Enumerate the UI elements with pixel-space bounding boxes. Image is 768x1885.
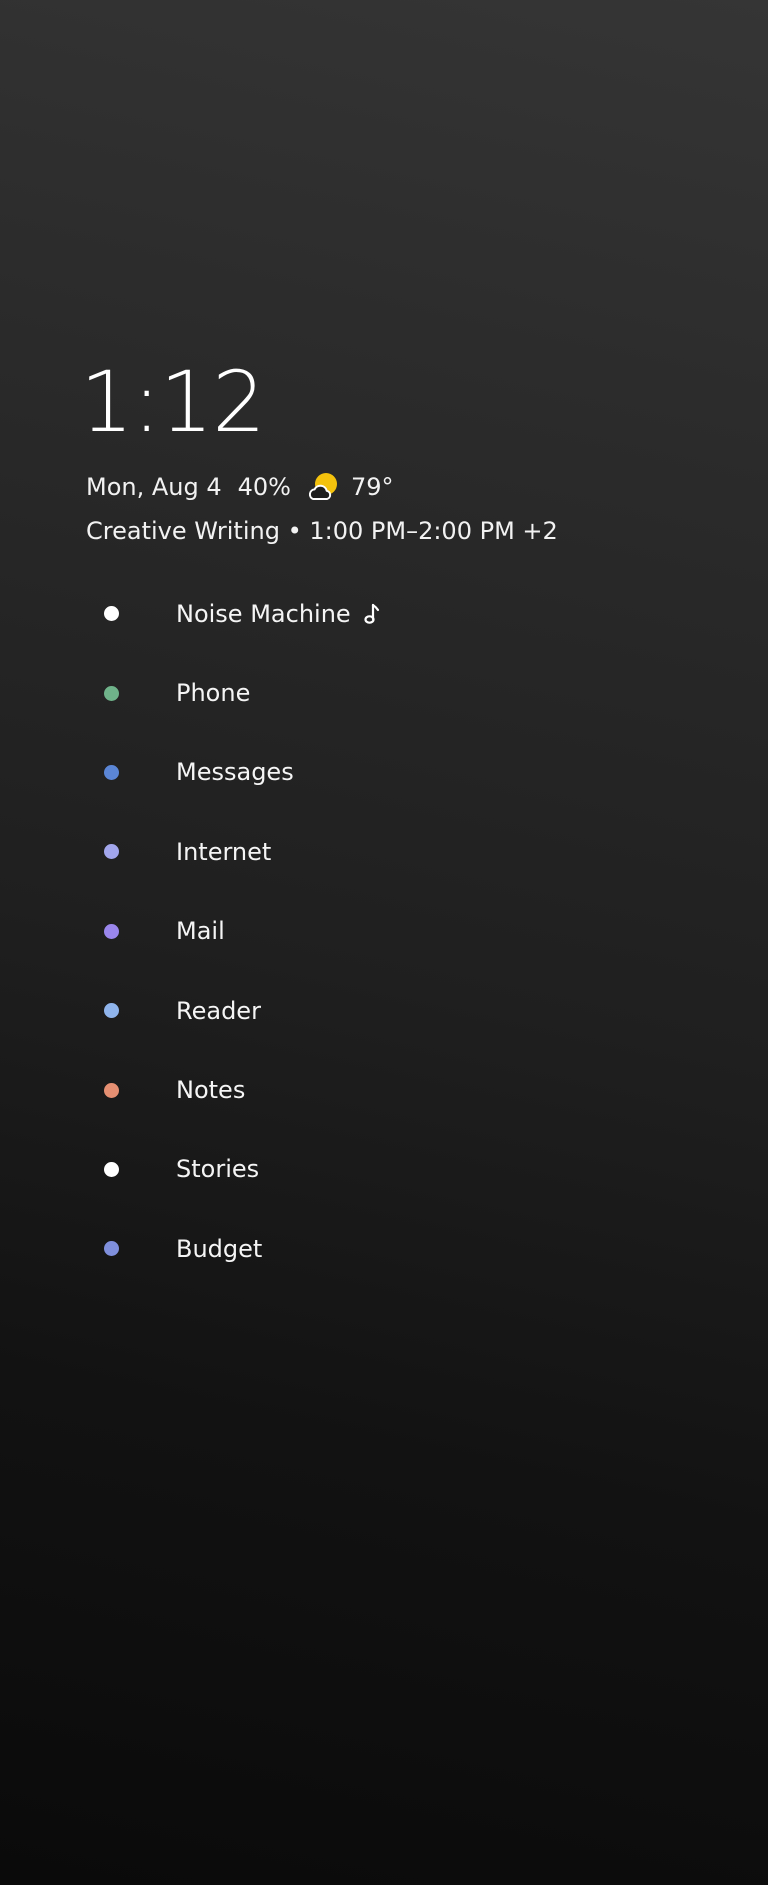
app-item-messages[interactable]: Messages <box>0 733 768 812</box>
app-item-phone[interactable]: Phone <box>0 653 768 732</box>
app-label: Phone <box>176 679 251 708</box>
app-dot <box>104 685 119 701</box>
calendar-event[interactable]: Creative Writing • 1:00 PM–2:00 PM +2 <box>86 514 558 548</box>
status-row: Mon, Aug 4 40% 79° <box>86 470 394 504</box>
app-label: Noise Machine <box>176 599 351 628</box>
app-item-mail[interactable]: Mail <box>0 892 768 971</box>
app-label: Notes <box>176 1076 246 1105</box>
clock-time[interactable]: 1:12 <box>80 352 266 452</box>
app-dot <box>104 764 119 780</box>
app-item-reader[interactable]: Reader <box>0 971 768 1050</box>
app-dot <box>104 1003 119 1019</box>
app-label: Internet <box>176 837 272 866</box>
app-label: Reader <box>176 996 261 1025</box>
app-item-noise-machine[interactable]: Noise Machine <box>0 574 768 653</box>
app-dot <box>104 1082 119 1098</box>
app-item-stories[interactable]: Stories <box>0 1130 768 1209</box>
app-item-notes[interactable]: Notes <box>0 1050 768 1129</box>
app-item-budget[interactable]: Budget <box>0 1209 768 1288</box>
app-dot <box>104 606 119 622</box>
app-list: Noise Machine Phone Messages Internet Ma… <box>0 574 768 1289</box>
temperature-label[interactable]: 79° <box>351 473 394 501</box>
home-screen: 1:12 Mon, Aug 4 40% 79° Creative Writing… <box>0 0 768 1885</box>
app-label: Mail <box>176 917 225 946</box>
app-dot <box>104 923 119 939</box>
music-note-icon <box>364 603 379 624</box>
battery-level: 40% <box>237 473 291 501</box>
app-dot <box>104 1161 119 1177</box>
date-label[interactable]: Mon, Aug 4 <box>86 473 222 501</box>
app-dot <box>104 844 119 860</box>
app-label: Budget <box>176 1234 263 1263</box>
app-label: Stories <box>176 1155 260 1184</box>
partly-sunny-icon[interactable] <box>307 470 341 504</box>
app-dot <box>104 1241 119 1257</box>
app-label: Messages <box>176 758 294 787</box>
app-item-internet[interactable]: Internet <box>0 812 768 891</box>
